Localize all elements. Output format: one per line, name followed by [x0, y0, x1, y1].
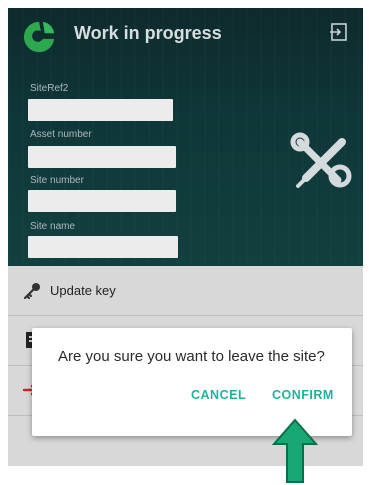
site-name-label: Site name: [30, 221, 76, 232]
app-screen: Work in progress SiteRef2 Asset number S…: [8, 8, 363, 466]
tools-icon: [290, 132, 352, 188]
list-item-label: Update key: [50, 283, 116, 298]
dialog-message: Are you sure you want to leave the site?: [58, 348, 325, 365]
asset-number-value: [28, 146, 176, 168]
page-title: Work in progress: [74, 23, 222, 43]
logout-icon[interactable]: [329, 22, 349, 42]
siteref2-label: SiteRef2: [30, 83, 69, 94]
key-icon: [23, 283, 40, 300]
site-number-label: Site number: [30, 175, 84, 186]
confirm-button[interactable]: CONFIRM: [272, 388, 334, 402]
asset-number-label: Asset number: [30, 129, 92, 140]
annotation-arrow-icon: [272, 418, 318, 483]
cancel-button[interactable]: CANCEL: [191, 388, 246, 402]
site-number-value: [28, 190, 176, 212]
siteref2-value: [28, 99, 173, 121]
leaf-logo-icon: [23, 21, 55, 53]
list-item-update-key[interactable]: Update key: [8, 266, 363, 316]
top-app-bar: Work in progress: [8, 8, 363, 58]
header-panel: Work in progress SiteRef2 Asset number S…: [8, 8, 363, 266]
site-name-value: [28, 236, 178, 258]
